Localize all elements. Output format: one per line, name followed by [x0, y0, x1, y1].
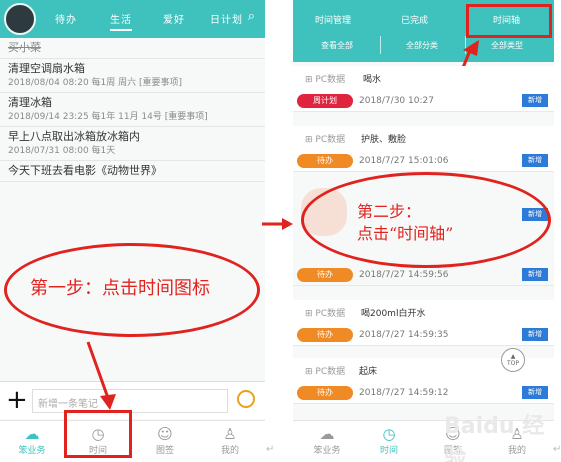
left-phone-screen: 待办 生活 爱好 日计划 ⌕ 买小菜 清理空调扇水箱 2018/08/04 08…	[0, 0, 265, 462]
nav-time[interactable]: ◷ 时间	[359, 425, 419, 456]
search-icon[interactable]: ⌕	[248, 9, 255, 24]
tab-daily-plan[interactable]: 日计划	[210, 11, 243, 26]
list-item[interactable]: 今天下班去看电影《动物世界》	[0, 161, 265, 182]
add-button[interactable]: 新增	[522, 94, 548, 107]
item-title: 买小菜	[8, 41, 41, 54]
highlight-time-nav	[64, 410, 132, 458]
annotation-step2-line2: 点击“时间轴”	[357, 224, 454, 243]
list-item[interactable]: 清理空调扇水箱 2018/08/04 08:20 每1周 周六 [重要事项]	[0, 59, 265, 93]
card-date: 2018/7/27 14:59:35	[359, 330, 449, 340]
user-icon: ♙	[223, 425, 237, 443]
nav-me[interactable]: ♙ 我的	[200, 425, 260, 456]
card-date: 2018/7/27 14:59:12	[359, 388, 449, 398]
tab-hobby[interactable]: 爱好	[163, 11, 185, 26]
list-item[interactable]: 早上八点取出冰箱放冰箱内 2018/07/31 08:00 每1天	[0, 127, 265, 161]
windows-icon: ⊞ PC数据	[305, 135, 346, 145]
timeline-card[interactable]: ⊞ PC数据 护肤、敷脸 待办 2018/7/27 15:01:06 新增	[293, 126, 554, 172]
status-badge: 待办	[297, 328, 353, 342]
input-bar: + 新增一条笔记	[0, 381, 265, 419]
item-meta: 2018/09/14 23:25 每1年 11月 14号 [重要事项]	[8, 112, 208, 122]
item-title: 清理冰箱	[8, 96, 52, 109]
add-button[interactable]: 新增	[522, 328, 548, 341]
note-list: 买小菜 清理空调扇水箱 2018/08/04 08:20 每1周 周六 [重要事…	[0, 38, 265, 182]
windows-icon: ⊞ PC数据	[305, 75, 346, 85]
timeline-card[interactable]: ⊞ PC数据 喝水 周计划 2018/7/30 10:27 新增	[293, 66, 554, 112]
nav-tags[interactable]: ☺ 图签	[135, 425, 195, 456]
timeline-card[interactable]: ⊞ PC数据 喝200ml白开水 待办 2018/7/27 14:59:35 新…	[293, 300, 554, 346]
card-title: 喝水	[363, 75, 382, 85]
nav-todo[interactable]: ☁ 笨业务	[2, 425, 62, 456]
tab-completed[interactable]: 已完成	[401, 13, 428, 26]
filter-category[interactable]: 全部分类	[406, 40, 438, 51]
bottom-nav: ☁ 笨业务 ◷ 时间 ☺ 图签 ♙ 我的	[0, 420, 265, 462]
card-date: 2018/7/30 10:27	[359, 96, 434, 106]
add-button[interactable]: 新增	[522, 268, 548, 281]
clock-nav-icon: ◷	[382, 425, 396, 443]
clock-icon[interactable]	[237, 390, 255, 408]
windows-icon: ⊞ PC数据	[305, 309, 346, 319]
card-date: 2018/7/27 14:59:56	[359, 270, 449, 280]
return-mark: ↵	[266, 444, 275, 455]
card-title: 喝200ml白开水	[361, 309, 426, 319]
status-badge: 周计划	[297, 94, 353, 108]
return-mark: ↵	[553, 444, 561, 455]
divider	[380, 36, 381, 54]
people-icon: ☺	[157, 425, 173, 443]
annotation-step2-line1: 第二步：	[357, 202, 422, 221]
arrow-right-icon	[262, 218, 293, 230]
cloud-icon: ☁	[319, 425, 335, 443]
left-header: 待办 生活 爱好 日计划 ⌕	[0, 0, 265, 38]
filter-all[interactable]: 查看全部	[321, 40, 353, 51]
status-badge: 待办	[297, 154, 353, 168]
status-badge: 待办	[297, 386, 353, 400]
highlight-timeline-tab	[466, 4, 552, 38]
card-date: 2018/7/27 15:01:06	[359, 156, 449, 166]
card-title: 护肤、敷脸	[361, 135, 407, 145]
watermark: Baidu 经验	[444, 414, 545, 462]
avatar[interactable]	[4, 3, 36, 35]
arrow-to-time-icon	[86, 341, 116, 410]
item-title: 今天下班去看电影《动物世界》	[8, 164, 162, 177]
list-item[interactable]: 买小菜	[0, 38, 265, 59]
add-button[interactable]: 新增	[522, 386, 548, 399]
item-meta: 2018/08/04 08:20 每1周 周六 [重要事项]	[8, 78, 183, 88]
annotation-step1: 第一步：点击时间图标	[30, 278, 210, 299]
windows-icon: ⊞ PC数据	[305, 367, 346, 377]
right-phone-screen: 时间管理 已完成 时间轴 查看全部 全部分类 全部类型 ⊞ PC数据 喝水 周计…	[293, 0, 554, 462]
scroll-top-button[interactable]: ▲ TOP	[501, 348, 525, 372]
status-badge: 待办	[297, 268, 353, 282]
item-title: 清理空调扇水箱	[8, 62, 85, 75]
add-button[interactable]: 新增	[522, 154, 548, 167]
tab-todo[interactable]: 待办	[55, 11, 77, 26]
card-title: 起床	[359, 367, 378, 377]
stage: { "left": { "tabs": ["待办","生活","爱好","日计划…	[0, 0, 561, 462]
add-icon[interactable]: +	[6, 385, 28, 415]
item-meta: 2018/07/31 08:00 每1天	[8, 146, 116, 156]
list-item[interactable]: 清理冰箱 2018/09/14 23:25 每1年 11月 14号 [重要事项]	[0, 93, 265, 127]
item-title: 早上八点取出冰箱放冰箱内	[8, 130, 140, 143]
filter-type[interactable]: 全部类型	[491, 40, 523, 51]
cloud-icon: ☁	[24, 425, 40, 443]
tab-life[interactable]: 生活	[110, 11, 132, 31]
tab-time-manage[interactable]: 时间管理	[315, 13, 351, 26]
nav-todo[interactable]: ☁ 笨业务	[297, 425, 357, 456]
